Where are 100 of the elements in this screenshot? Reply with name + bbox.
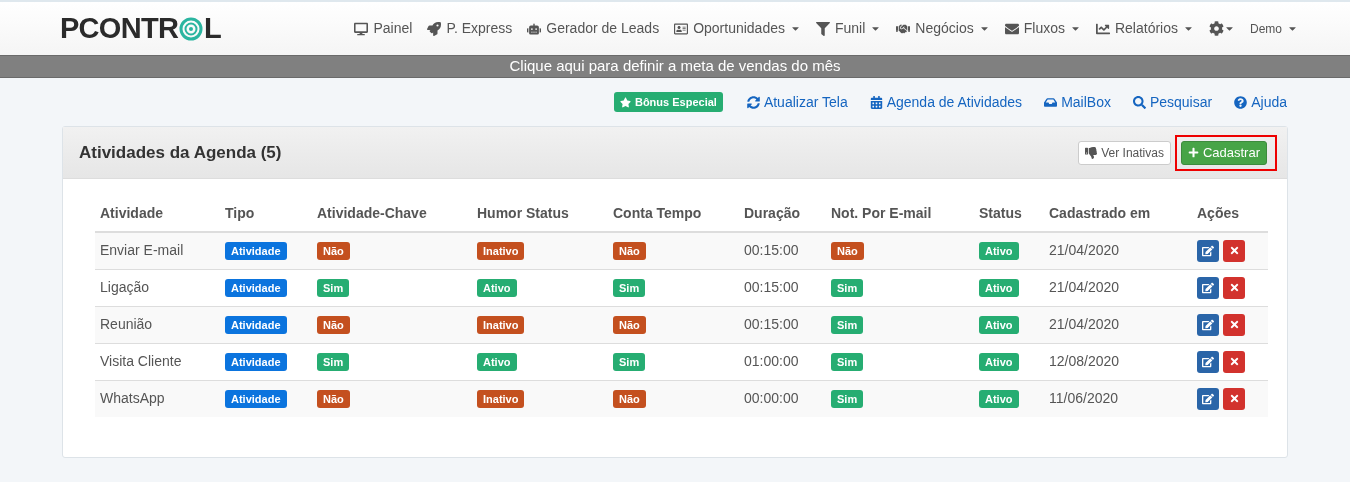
close-icon [1228,393,1240,405]
target-icon [179,16,204,41]
status-badge: Sim [317,279,350,297]
goal-banner[interactable]: Clique aqui para definir a meta de vendas do mês [0,55,1350,78]
star-icon [619,96,631,108]
toolbar-link[interactable]: MailBox [1044,91,1111,113]
status-badge: Sim [831,390,864,409]
edit-icon [1202,355,1214,368]
edit-button[interactable] [1197,313,1219,336]
column-header: Duração [744,205,801,221]
table-cell: Visita Cliente [100,353,182,369]
status-badge: Não [613,390,646,409]
table-cell: Ligação [100,279,150,295]
column-header: Atividade [100,205,163,221]
settings-menu[interactable] [1209,21,1235,36]
edit-icon [1202,392,1214,405]
status-badge: Atividade [225,353,287,371]
status-badge: Sim [613,353,646,371]
status-badge: Atividade [225,316,287,334]
edit-icon [1202,318,1214,331]
table-cell: 01:00:00 [744,353,799,369]
close-icon [1228,282,1240,293]
edit-button[interactable] [1197,239,1219,262]
nav-link[interactable]: Painel [354,18,413,39]
toolbar-link[interactable]: Ajuda [1234,91,1287,113]
close-icon [1228,356,1240,367]
table-cell: WhatsApp [100,390,165,407]
table-cell: 21/04/2020 [1049,316,1120,332]
status-badge: Ativo [979,316,1019,334]
nav-link[interactable]: Fluxos [1004,18,1081,39]
status-badge: Ativo [979,242,1019,261]
status-badge: Inativo [477,242,525,261]
delete-button[interactable] [1223,387,1245,410]
help-icon [1234,95,1248,109]
status-badge: Ativo [979,279,1019,297]
column-header: Not. Por E-mail [831,205,932,221]
funnel-icon [816,21,830,36]
table-cell: 12/08/2020 [1049,353,1120,369]
nav-link[interactable]: P. Express [427,18,513,39]
nav-link[interactable]: Oportunidades [674,18,801,39]
status-badge: Não [831,242,864,261]
nav-link[interactable]: Relatórios [1095,18,1194,39]
table-cell: Enviar E-mail [100,242,184,259]
status-badge: Não [317,316,350,334]
delete-button[interactable] [1223,276,1245,299]
inbox-icon [1044,95,1058,109]
status-badge: Sim [613,279,646,297]
plus-icon [1187,147,1199,158]
status-badge: Não [613,316,646,334]
edit-button[interactable] [1197,350,1219,373]
column-header: Status [979,205,1022,221]
delete-button[interactable] [1223,239,1245,262]
column-header: Ações [1197,205,1240,221]
envelope-icon [1004,21,1019,36]
status-badge: Atividade [225,279,287,297]
status-badge: Atividade [225,390,287,409]
status-badge: Sim [831,353,864,371]
edit-icon [1202,244,1214,257]
status-badge: Inativo [477,390,525,409]
refresh-icon [746,95,760,109]
toolbar-link[interactable]: Pesquisar [1132,91,1213,113]
toolbar-link[interactable]: Agenda de Atividades [869,91,1023,113]
status-badge: Não [317,242,350,261]
column-header: Conta Tempo [613,205,702,221]
edit-button[interactable] [1197,276,1219,299]
status-badge: Ativo [477,353,517,371]
thumbs-down-icon [1085,146,1098,159]
panel-title: Atividades da Agenda (5) [79,141,282,164]
table-cell: Reunião [100,316,153,332]
status-badge: Não [613,242,646,261]
edit-button[interactable] [1197,387,1219,410]
table-cell: 21/04/2020 [1049,242,1120,259]
contact-card-icon [674,21,689,36]
nav-link[interactable]: Negócios [896,18,990,39]
delete-button[interactable] [1223,350,1245,373]
status-badge: Ativo [979,353,1019,371]
logo[interactable]: PCONTR L [60,6,222,51]
status-badge: Inativo [477,316,525,334]
table-cell: 21/04/2020 [1049,279,1120,295]
rocket-icon [427,21,442,36]
toolbar-link[interactable]: Atualizar Tela [746,91,848,113]
monitor-icon [354,21,369,36]
user-menu[interactable]: Demo [1250,19,1298,38]
status-badge: Ativo [477,279,517,297]
nav-link[interactable]: Gerador de Leads [527,18,660,39]
search-icon [1132,95,1146,109]
status-badge: Sim [831,316,864,334]
settings-icon [1209,21,1224,36]
close-icon [1228,245,1240,257]
column-header: Tipo [225,205,255,221]
table-cell: 00:15:00 [744,242,799,259]
column-header: Atividade-Chave [317,205,427,221]
column-header: Cadastrado em [1049,205,1151,221]
table-cell: 00:00:00 [744,390,799,407]
status-badge: Sim [317,353,350,371]
delete-button[interactable] [1223,313,1245,336]
robot-icon [527,21,542,36]
table-cell: 00:15:00 [744,316,799,332]
table-cell: 11/06/2020 [1049,390,1119,407]
nav-link[interactable]: Funil [816,18,882,39]
